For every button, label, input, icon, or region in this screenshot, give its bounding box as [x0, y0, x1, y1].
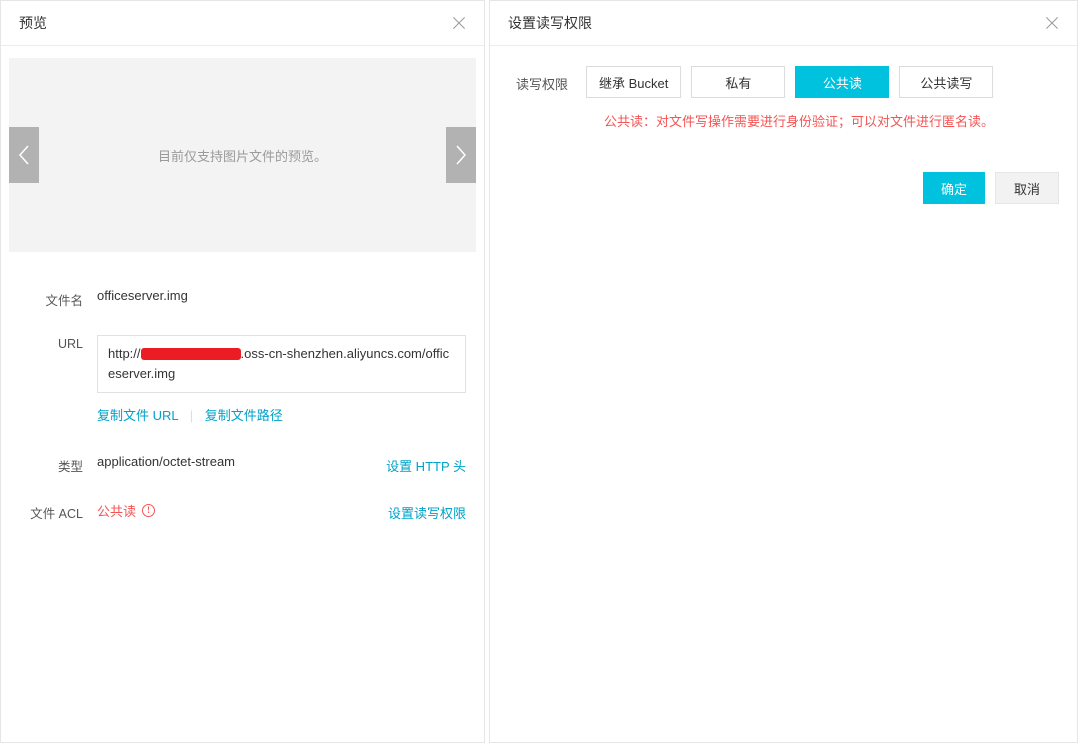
preview-panel-body: 目前仅支持图片文件的预览。 文件名 officeserver.img URL h…: [1, 46, 484, 742]
url-actions: 复制文件 URL | 复制文件路径: [97, 405, 466, 424]
acl-settings-panel: 设置读写权限 读写权限 继承 Bucket 私有 公共读 公共读写 公共读：对文…: [489, 0, 1078, 743]
acl-content: 公共读 ! 设置读写权限: [97, 501, 466, 520]
acl-form: 读写权限 继承 Bucket 私有 公共读 公共读写 公共读：对文件写操作需要进…: [490, 46, 1077, 132]
preview-panel-header: 预览: [1, 1, 484, 46]
acl-value: 公共读 !: [97, 501, 155, 520]
filename-row: 文件名 officeserver.img: [19, 288, 466, 309]
url-content: http://.oss-cn-shenzhen.aliyuncs.com/off…: [97, 335, 466, 424]
copy-url-link[interactable]: 复制文件 URL: [97, 408, 178, 423]
type-label: 类型: [19, 454, 97, 475]
acl-panel-body: 读写权限 继承 Bucket 私有 公共读 公共读写 公共读：对文件写操作需要进…: [490, 46, 1077, 742]
chevron-right-icon: [455, 145, 467, 165]
warning-icon: !: [142, 504, 155, 517]
next-button[interactable]: [446, 127, 476, 183]
close-icon[interactable]: [452, 16, 466, 30]
acl-option-row: 读写权限 继承 Bucket 私有 公共读 公共读写: [508, 66, 1059, 98]
acl-form-label: 读写权限: [508, 66, 586, 93]
preview-placeholder-text: 目前仅支持图片文件的预览。: [158, 146, 327, 165]
filename-value: officeserver.img: [97, 288, 466, 303]
preview-panel: 预览 目前仅支持图片文件的预览。 文件名 officeserver.img UR…: [0, 0, 485, 743]
acl-option-group: 继承 Bucket 私有 公共读 公共读写: [586, 66, 993, 98]
acl-option-public-read[interactable]: 公共读: [795, 66, 889, 98]
acl-hint: 公共读：对文件写操作需要进行身份验证；可以对文件进行匿名读。: [604, 112, 1059, 132]
chevron-left-icon: [18, 145, 30, 165]
cancel-button[interactable]: 取消: [995, 172, 1059, 204]
acl-option-private[interactable]: 私有: [691, 66, 785, 98]
set-http-header-link[interactable]: 设置 HTTP 头: [386, 456, 466, 475]
url-prefix: http://: [108, 346, 141, 361]
type-content: application/octet-stream 设置 HTTP 头: [97, 454, 466, 469]
prev-button[interactable]: [9, 127, 39, 183]
redacted-segment: [141, 348, 241, 360]
acl-panel-header: 设置读写权限: [490, 1, 1077, 46]
acl-label: 文件 ACL: [19, 501, 97, 522]
url-box[interactable]: http://.oss-cn-shenzhen.aliyuncs.com/off…: [97, 335, 466, 393]
preview-carousel: 目前仅支持图片文件的预览。: [9, 58, 476, 252]
action-bar: 确定 取消: [490, 132, 1077, 204]
acl-value-text: 公共读: [97, 501, 136, 520]
type-value: application/octet-stream: [97, 454, 235, 469]
separator: |: [190, 408, 193, 423]
filename-label: 文件名: [19, 288, 97, 309]
preview-panel-title: 预览: [19, 13, 47, 33]
type-row: 类型 application/octet-stream 设置 HTTP 头: [19, 454, 466, 475]
acl-panel-title: 设置读写权限: [508, 13, 592, 33]
url-label: URL: [19, 335, 97, 351]
acl-option-inherit[interactable]: 继承 Bucket: [586, 66, 681, 98]
url-row: URL http://.oss-cn-shenzhen.aliyuncs.com…: [19, 335, 466, 424]
set-acl-link[interactable]: 设置读写权限: [388, 503, 466, 522]
close-icon[interactable]: [1045, 16, 1059, 30]
acl-option-public-rw[interactable]: 公共读写: [899, 66, 993, 98]
confirm-button[interactable]: 确定: [923, 172, 985, 204]
file-info: 文件名 officeserver.img URL http://.oss-cn-…: [1, 270, 484, 522]
copy-path-link[interactable]: 复制文件路径: [205, 408, 283, 423]
acl-row: 文件 ACL 公共读 ! 设置读写权限: [19, 501, 466, 522]
